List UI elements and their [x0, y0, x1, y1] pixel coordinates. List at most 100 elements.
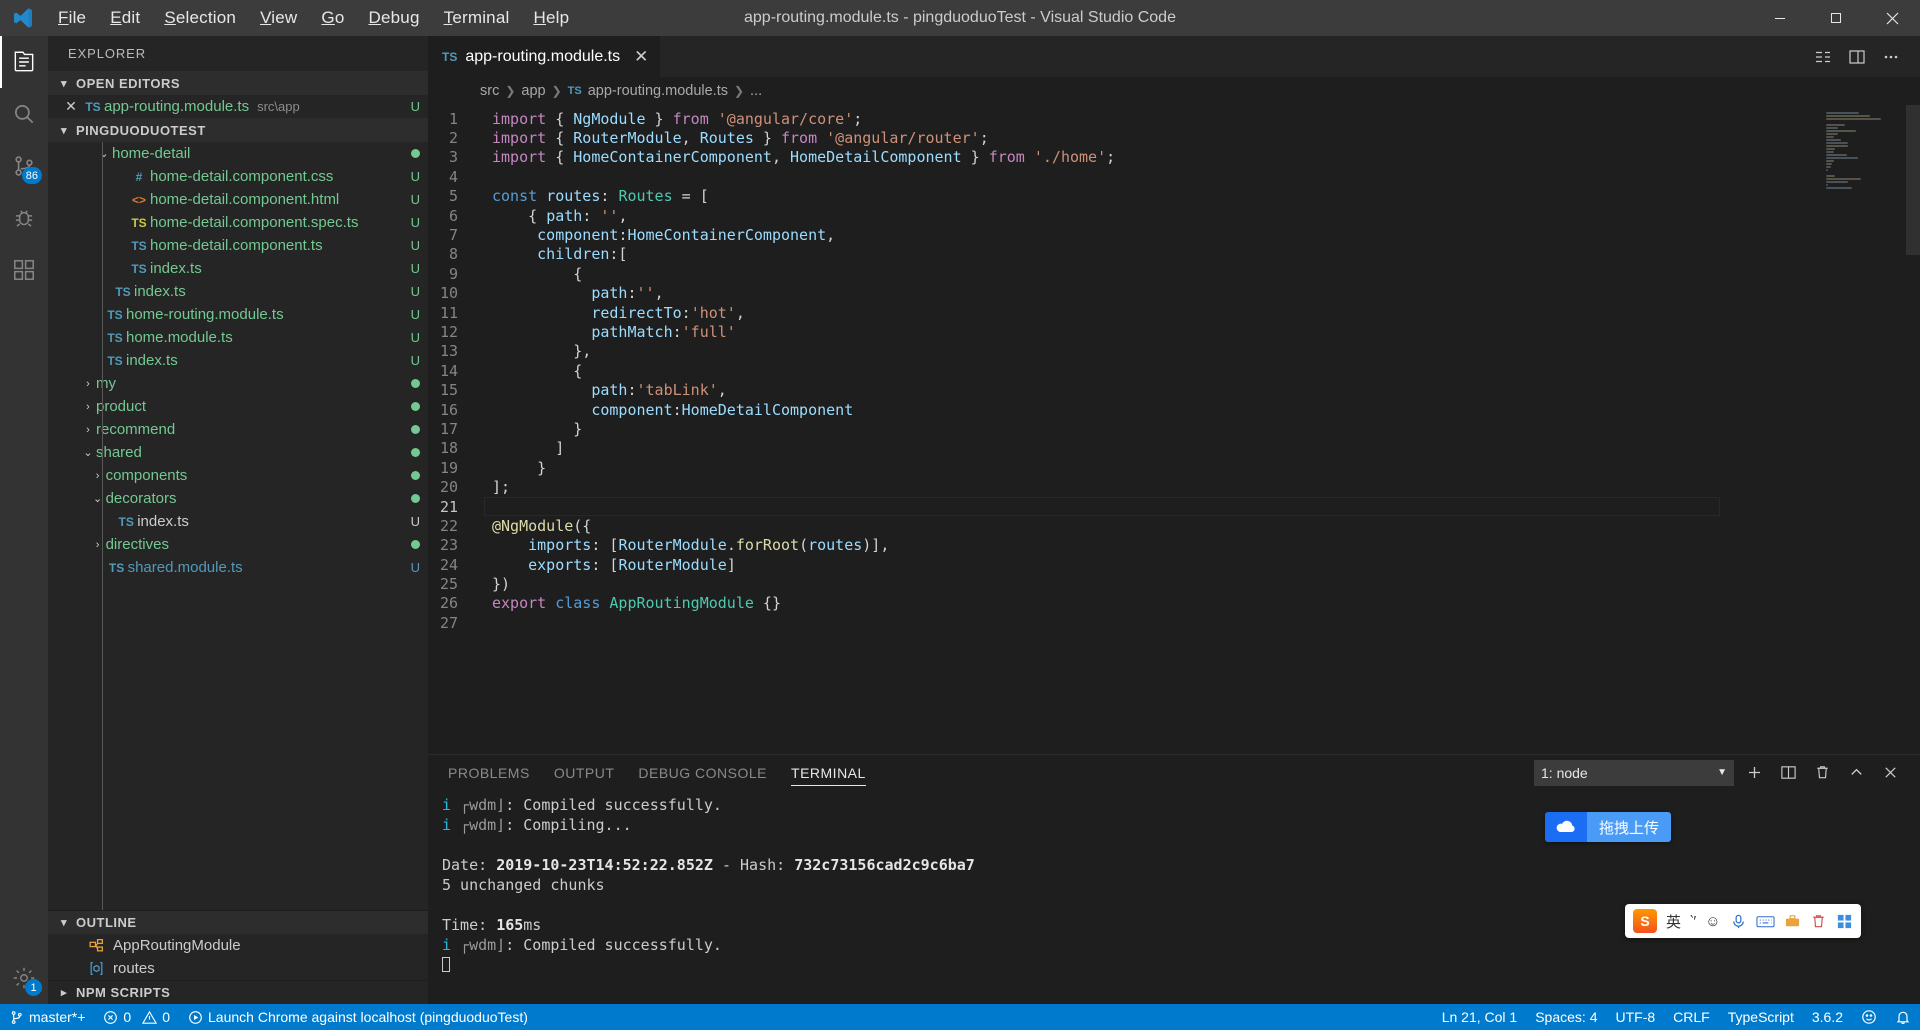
menu-file[interactable]: File	[46, 4, 98, 32]
section-npm-scripts[interactable]: ▸ NPM SCRIPTS	[48, 980, 428, 1004]
status-problems[interactable]: 0 0	[94, 1004, 179, 1030]
ime-logo-icon[interactable]: S	[1633, 909, 1657, 933]
minimap[interactable]	[1820, 105, 1920, 754]
tree-item[interactable]: › components	[48, 464, 428, 487]
split-editor-icon[interactable]	[1808, 42, 1838, 72]
tree-item[interactable]: ⌄ decorators	[48, 487, 428, 510]
activity-extensions-icon[interactable]	[0, 244, 48, 296]
tab-debug-console[interactable]: DEBUG CONSOLE	[638, 755, 767, 790]
trash-icon[interactable]	[1810, 913, 1827, 930]
tab-problems[interactable]: PROBLEMS	[448, 755, 530, 790]
menu-view[interactable]: View	[248, 4, 309, 32]
code-line[interactable]: 11 redirectTo:'hot',	[428, 303, 1820, 322]
tree-item[interactable]: TS index.ts U	[48, 510, 428, 533]
menu-bar[interactable]: File Edit Selection View Go Debug Termin…	[46, 4, 581, 32]
code-line[interactable]: 22 @NgModule({	[428, 516, 1820, 535]
tree-item[interactable]: # home-detail.component.css U	[48, 165, 428, 188]
close-panel-icon[interactable]	[1876, 759, 1904, 787]
split-terminal-icon[interactable]	[1774, 759, 1802, 787]
menu-terminal[interactable]: Terminal	[432, 4, 522, 32]
breadcrumb-file[interactable]: app-routing.module.ts	[588, 83, 728, 99]
code-line[interactable]: 4	[428, 167, 1820, 186]
code-line[interactable]: 24 exports: [RouterModule]	[428, 555, 1820, 574]
breadcrumb-app[interactable]: app	[521, 83, 545, 99]
chevron-down-icon[interactable]: ⌄	[90, 492, 106, 505]
outline-item-class[interactable]: AppRoutingModule	[48, 934, 428, 957]
status-branch[interactable]: master*+	[0, 1004, 94, 1030]
code-line[interactable]: 20];	[428, 477, 1820, 496]
chevron-down-icon[interactable]: ⌄	[96, 147, 112, 160]
tree-item[interactable]: TS index.ts U	[48, 349, 428, 372]
maximize-panel-icon[interactable]	[1842, 759, 1870, 787]
section-project[interactable]: ▾ PINGDUODUOTEST	[48, 118, 428, 142]
tree-item[interactable]: <> home-detail.component.html U	[48, 188, 428, 211]
code-line[interactable]: 8 children:[	[428, 245, 1820, 264]
code-line[interactable]: 21	[428, 497, 1820, 516]
section-open-editors[interactable]: ▾ OPEN EDITORS	[48, 71, 428, 95]
terminal-output[interactable]: i ┌wdm⌋: Compiled successfully. i ┌wdm⌋: …	[428, 790, 1920, 1004]
menu-edit[interactable]: Edit	[98, 4, 152, 32]
kill-terminal-icon[interactable]	[1808, 759, 1836, 787]
mic-icon[interactable]	[1730, 913, 1747, 930]
tree-item[interactable]: TS shared.module.ts U	[48, 556, 428, 579]
code-line[interactable]: 23 imports: [RouterModule.forRoot(routes…	[428, 536, 1820, 555]
tree-item[interactable]: › recommend	[48, 418, 428, 441]
breadcrumb-src[interactable]: src	[480, 83, 499, 99]
status-typescript-version[interactable]: 3.6.2	[1803, 1004, 1852, 1030]
chevron-right-icon[interactable]: ›	[80, 378, 96, 390]
tab-app-routing-module[interactable]: TS app-routing.module.ts ✕	[428, 36, 662, 77]
code-editor[interactable]: 1 import { NgModule } from '@angular/core…	[428, 105, 1920, 754]
editor-scrollbar[interactable]	[1906, 105, 1920, 255]
tree-item[interactable]: TS home-detail.component.spec.ts U	[48, 211, 428, 234]
breadcrumb[interactable]: src ❯ app ❯ TS app-routing.module.ts ❯ .…	[428, 77, 1920, 105]
ime-toolbar[interactable]: S 英 ‵′ ☺	[1625, 904, 1861, 938]
code-line[interactable]: 14 {	[428, 361, 1820, 380]
layout-icon[interactable]	[1842, 42, 1872, 72]
code-line[interactable]: 18 ]	[428, 439, 1820, 458]
status-indentation[interactable]: Spaces: 4	[1526, 1004, 1606, 1030]
status-cursor-position[interactable]: Ln 21, Col 1	[1433, 1004, 1527, 1030]
maximize-icon[interactable]	[1808, 0, 1864, 36]
toolbox-icon[interactable]	[1784, 913, 1801, 930]
tab-terminal[interactable]: TERMINAL	[791, 755, 866, 790]
activity-search-icon[interactable]	[0, 88, 48, 140]
code-line[interactable]: 7 component:HomeContainerComponent,	[428, 225, 1820, 244]
code-line[interactable]: 13 },	[428, 342, 1820, 361]
ime-lang-label[interactable]: 英	[1666, 911, 1681, 932]
chevron-right-icon[interactable]: ›	[90, 539, 106, 551]
activity-settings-icon[interactable]: 1	[0, 952, 48, 1004]
grid-icon[interactable]	[1836, 913, 1853, 930]
tree-item[interactable]: ⌄ home-detail	[48, 142, 428, 165]
minimize-icon[interactable]	[1752, 0, 1808, 36]
tree-item[interactable]: TS index.ts U	[48, 280, 428, 303]
close-icon[interactable]	[1864, 0, 1920, 36]
chevron-right-icon[interactable]: ›	[90, 470, 106, 482]
bell-icon[interactable]	[1886, 1004, 1920, 1030]
code-line[interactable]: 6 { path: '',	[428, 206, 1820, 225]
tree-item[interactable]: ⌄ shared	[48, 441, 428, 464]
close-icon[interactable]: ✕	[60, 98, 82, 115]
code-line[interactable]: 3 import { HomeContainerComponent, HomeDe…	[428, 148, 1820, 167]
code-line[interactable]: 10 path:'',	[428, 284, 1820, 303]
add-terminal-icon[interactable]	[1740, 759, 1768, 787]
menu-debug[interactable]: Debug	[357, 4, 432, 32]
terminal-select[interactable]: 1: node ▼	[1534, 759, 1734, 786]
chevron-right-icon[interactable]: ›	[80, 424, 96, 436]
upload-widget[interactable]: 拖拽上传	[1545, 812, 1672, 842]
outline-item-variable[interactable]: routes	[48, 957, 428, 980]
file-tree[interactable]: ⌄ home-detail # home-detail.component.css U <…	[48, 142, 428, 910]
window-controls[interactable]	[1752, 0, 1920, 36]
smiley-icon[interactable]	[1852, 1004, 1886, 1030]
menu-help[interactable]: Help	[521, 4, 581, 32]
code-line[interactable]: 12 pathMatch:'full'	[428, 322, 1820, 341]
open-editor-item[interactable]: ✕ TS app-routing.module.ts src\app U	[48, 95, 428, 118]
tree-item[interactable]: › directives	[48, 533, 428, 556]
tree-item[interactable]: › product	[48, 395, 428, 418]
tree-item[interactable]: TS home.module.ts U	[48, 326, 428, 349]
tree-item[interactable]: › my	[48, 372, 428, 395]
code-line[interactable]: 16 component:HomeDetailComponent	[428, 400, 1820, 419]
status-language-mode[interactable]: TypeScript	[1719, 1004, 1803, 1030]
chevron-right-icon[interactable]: ›	[80, 401, 96, 413]
code-line[interactable]: 2 import { RouterModule, Routes } from '@…	[428, 128, 1820, 147]
activity-explorer-icon[interactable]	[0, 36, 48, 88]
